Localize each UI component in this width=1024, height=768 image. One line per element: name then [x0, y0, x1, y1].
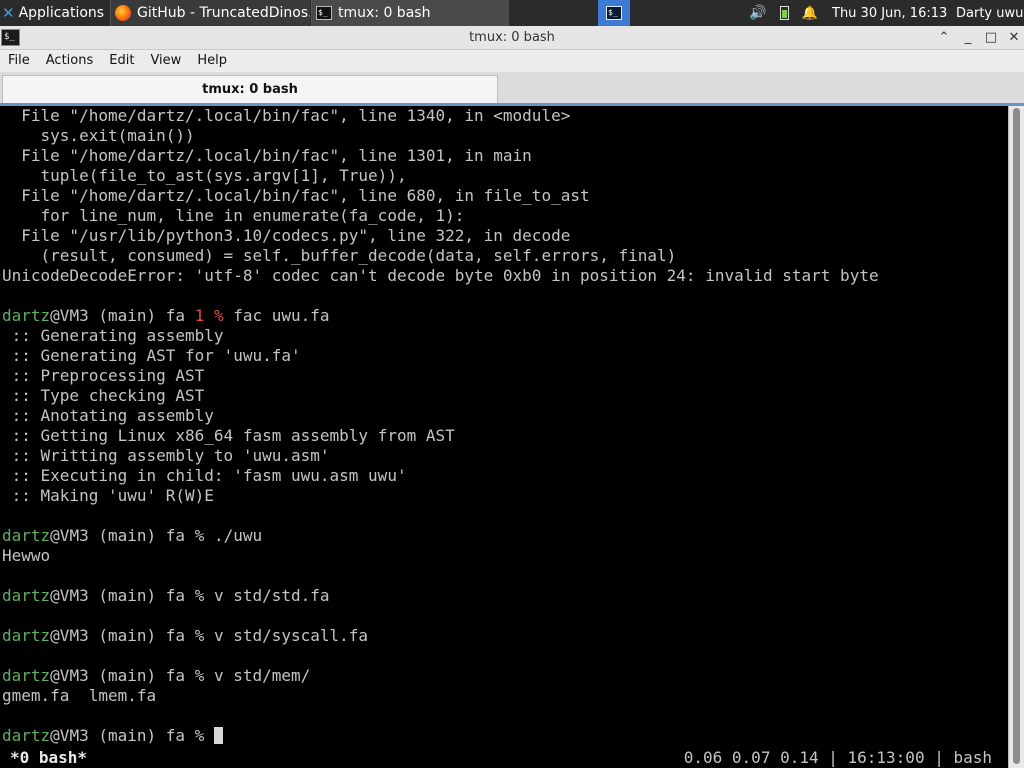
terminal-line: for line_num, line in enumerate(fa_code,…	[2, 206, 465, 225]
command-text: %	[194, 726, 214, 745]
prompt-line: dartz@VM3 (main) fa % v std/syscall.fa	[2, 626, 879, 646]
prompt-user: dartz	[2, 626, 51, 645]
terminal-window-icon[interactable]: $_	[1, 29, 20, 46]
maximize-button[interactable]: □	[981, 26, 1001, 50]
volume-icon[interactable]: 🔊	[748, 0, 768, 26]
menu-file[interactable]: File	[0, 50, 38, 72]
prompt-user: dartz	[2, 726, 51, 745]
close-button[interactable]: ✕	[1004, 26, 1024, 50]
terminal-icon: $_	[316, 6, 332, 20]
terminal-line: :: Writting assembly to 'uwu.asm'	[2, 446, 330, 465]
prompt-line: dartz@VM3 (main) fa %	[2, 726, 879, 746]
prompt-host: @VM3 (main) fa	[50, 526, 195, 545]
tmux-status-bar: *0 bash* 0.06 0.07 0.14 | 16:13:00 | bas…	[0, 748, 1008, 768]
prompt-line: dartz@VM3 (main) fa % ./uwu	[2, 526, 879, 546]
terminal-line: gmem.fa lmem.fa	[2, 686, 157, 705]
terminal-scrollbar[interactable]	[1008, 106, 1024, 768]
user-menu[interactable]: Darty uwu	[956, 0, 1024, 26]
tmux-window-list[interactable]: *0 bash*	[10, 748, 87, 768]
command-text: % v std/syscall.fa	[194, 626, 369, 645]
prompt-host: @VM3 (main) fa	[50, 586, 195, 605]
tab-bar: tmux: 0 bash	[0, 72, 1024, 104]
menu-edit[interactable]: Edit	[101, 50, 142, 72]
terminal-line: :: Making 'uwu' R(W)E	[2, 486, 214, 505]
taskbar-tmux-label: tmux: 0 bash	[338, 5, 431, 21]
prompt-host: @VM3 (main) fa	[50, 726, 195, 745]
terminal-icon: $_	[606, 6, 622, 20]
menu-actions[interactable]: Actions	[38, 50, 102, 72]
prompt-host: @VM3 (main) fa	[50, 626, 195, 645]
prompt-host: @VM3 (main) fa	[50, 306, 195, 325]
terminal-line: Hewwo	[2, 546, 51, 565]
battery-icon[interactable]	[777, 0, 791, 26]
shade-button[interactable]: ⌃	[934, 26, 954, 50]
menu-bar: File Actions Edit View Help	[0, 50, 1024, 72]
prompt-line: dartz@VM3 (main) fa % v std/mem/	[2, 666, 879, 686]
prompt-user: dartz	[2, 666, 51, 685]
terminal-line: File "/home/dartz/.local/bin/fac", line …	[2, 186, 590, 205]
prompt-line: dartz@VM3 (main) fa % v std/std.fa	[2, 586, 879, 606]
terminal-line: sys.exit(main())	[2, 126, 195, 145]
firefox-icon	[115, 5, 131, 21]
prompt-error-status: 1 %	[194, 306, 224, 325]
taskbar-github-label: GitHub - TruncatedDinos...	[137, 5, 310, 21]
terminal-line: :: Anotating assembly	[2, 406, 214, 425]
terminal-line: :: Preprocessing AST	[2, 366, 205, 385]
command-text: % v std/std.fa	[194, 586, 330, 605]
terminal-line: :: Generating assembly	[2, 326, 224, 345]
tmux-status-info: 0.06 0.07 0.14 | 16:13:00 | bash	[683, 748, 992, 767]
command-text: fac uwu.fa	[223, 306, 330, 325]
terminal-line: File "/home/dartz/.local/bin/fac", line …	[2, 146, 532, 165]
minimize-button[interactable]: _	[958, 26, 978, 50]
terminal-line: :: Generating AST for 'uwu.fa'	[2, 346, 301, 365]
prompt-user: dartz	[2, 306, 51, 325]
terminal-line: tuple(file_to_ast(sys.argv[1], True)),	[2, 166, 407, 185]
tab-tmux[interactable]: tmux: 0 bash	[2, 75, 498, 104]
terminal-line: :: Type checking AST	[2, 386, 205, 405]
menu-view[interactable]: View	[142, 50, 189, 72]
prompt-host: @VM3 (main) fa	[50, 666, 195, 685]
menu-help[interactable]: Help	[189, 50, 235, 72]
terminal-output[interactable]: File "/home/dartz/.local/bin/fac", line …	[0, 106, 1008, 768]
prompt-user: dartz	[2, 526, 51, 545]
xfce-logo-icon: ✕	[2, 4, 15, 22]
bell-icon[interactable]: 🔔	[801, 0, 819, 26]
command-text: % ./uwu	[194, 526, 263, 545]
terminal-line: File "/home/dartz/.local/bin/fac", line …	[2, 106, 571, 125]
terminal-line: (result, consumed) = self._buffer_decode…	[2, 246, 677, 265]
taskbar-tmux-window[interactable]: $_ tmux: 0 bash	[311, 0, 509, 26]
text-cursor	[213, 727, 223, 744]
terminal-lines: File "/home/dartz/.local/bin/fac", line …	[2, 106, 879, 746]
command-text: % v std/mem/	[194, 666, 311, 685]
taskbar-github-window[interactable]: GitHub - TruncatedDinos...	[110, 0, 310, 26]
clock[interactable]: Thu 30 Jun, 16:13	[832, 0, 948, 26]
terminal-line: File "/usr/lib/python3.10/codecs.py", li…	[2, 226, 571, 245]
terminal-line: :: Getting Linux x86_64 fasm assembly fr…	[2, 426, 455, 445]
prompt-line: dartz@VM3 (main) fa 1 % fac uwu.fa	[2, 306, 879, 326]
top-panel: ✕ Applications GitHub - TruncatedDinos..…	[0, 0, 1024, 26]
scrollbar-thumb[interactable]	[1013, 108, 1020, 764]
terminal-line: :: Executing in child: 'fasm uwu.asm uwu…	[2, 466, 407, 485]
window-title: tmux: 0 bash	[469, 30, 555, 45]
window-titlebar[interactable]: tmux: 0 bash $_ ⌃ _ □ ✕	[0, 26, 1024, 50]
prompt-user: dartz	[2, 586, 51, 605]
applications-menu[interactable]: ✕ Applications	[0, 0, 110, 26]
workspace-switcher-button[interactable]: $_	[598, 0, 630, 26]
applications-label: Applications	[18, 5, 105, 21]
terminal-line: UnicodeDecodeError: 'utf-8' codec can't …	[2, 266, 879, 285]
